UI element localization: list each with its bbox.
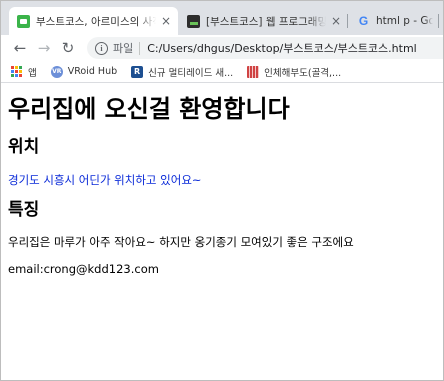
location-text: 경기도 시흥시 어딘가 위치하고 있어요~ (8, 173, 202, 187)
tab-boostcourse-web-programming[interactable]: [부스트코스] 웹 프로그래밍 > 3 × (179, 7, 348, 35)
bookmark-multiraid[interactable]: R 신규 멀티레이드 새... (131, 65, 233, 79)
address-divider (139, 41, 141, 55)
boostcourse-green-icon (17, 14, 30, 28)
close-icon[interactable]: × (160, 14, 172, 28)
forward-arrow-icon: → (37, 39, 51, 57)
bookmark-label: VRoid Hub (67, 66, 118, 77)
url-text[interactable]: C:/Users/dhgus/Desktop/부스트코스/부스트코스.html (147, 40, 416, 56)
location-heading: 위치 (8, 137, 40, 157)
tab-title: [부스트코스] 웹 프로그래밍 > 3 (206, 15, 326, 28)
reload-icon: ↻ (61, 39, 75, 57)
feature-heading: 특징 (8, 200, 40, 220)
utility-icon: R (131, 65, 144, 78)
tab-title: 부스트코스, 아르미스의 사적인 (36, 15, 156, 28)
library-icon (247, 65, 260, 78)
tab-title: html p - Google (376, 15, 433, 27)
address-bar[interactable]: i 파일 C:/Users/dhgus/Desktop/부스트코스/부스트코스.… (87, 37, 443, 59)
feature-text: 우리집은 마루가 아주 작아요~ 하지만 옹기종기 모여있기 좋은 구조에요 (8, 235, 354, 249)
back-arrow-icon: ← (13, 39, 27, 57)
tab-google-search[interactable]: G html p - Google (349, 7, 439, 35)
info-icon[interactable]: i (95, 41, 108, 55)
boostcourse-dark-icon (187, 14, 200, 28)
bookmark-label: 앱 (28, 67, 37, 79)
email-text: email:crong@kdd123.com (8, 262, 159, 276)
toolbar: ← → ↻ i 파일 C:/Users/dhgus/Desktop/부스트코스/… (1, 35, 443, 61)
forward-button[interactable]: → (33, 37, 55, 59)
page-title: 우리집에 오신걸 환영합니다 (8, 95, 290, 123)
bookmark-apps[interactable]: 앱 (11, 65, 37, 79)
apps-grid-icon (11, 66, 22, 77)
bookmark-vroid-hub[interactable]: VR VRoid Hub (50, 65, 118, 78)
close-icon[interactable]: × (330, 14, 342, 28)
scheme-label: 파일 (113, 42, 134, 55)
reload-button[interactable]: ↻ (57, 37, 79, 59)
vroid-icon: VR (50, 65, 63, 78)
tab-strip: 부스트코스, 아르미스의 사적인 × [부스트코스] 웹 프로그래밍 > 3 ×… (1, 1, 443, 35)
browser-window: 부스트코스, 아르미스의 사적인 × [부스트코스] 웹 프로그래밍 > 3 ×… (0, 0, 444, 381)
page-content: 우리집에 오신걸 환영합니다 위치 경기도 시흥시 어딘가 위치하고 있어요~ … (1, 83, 443, 277)
bookmark-anatomy[interactable]: 인체해부도(골격,... (247, 65, 341, 79)
bookmark-label: 인체해부도(골격,... (264, 67, 342, 79)
bookmarks-bar: 앱 VR VRoid Hub R 신규 멀티레이드 새... 인체해부도(골격,… (1, 61, 443, 83)
bookmark-label: 신규 멀티레이드 새... (148, 67, 234, 79)
back-button[interactable]: ← (9, 37, 31, 59)
tab-boostcourse-arumis[interactable]: 부스트코스, 아르미스의 사적인 × (9, 7, 178, 35)
google-icon: G (358, 14, 369, 28)
